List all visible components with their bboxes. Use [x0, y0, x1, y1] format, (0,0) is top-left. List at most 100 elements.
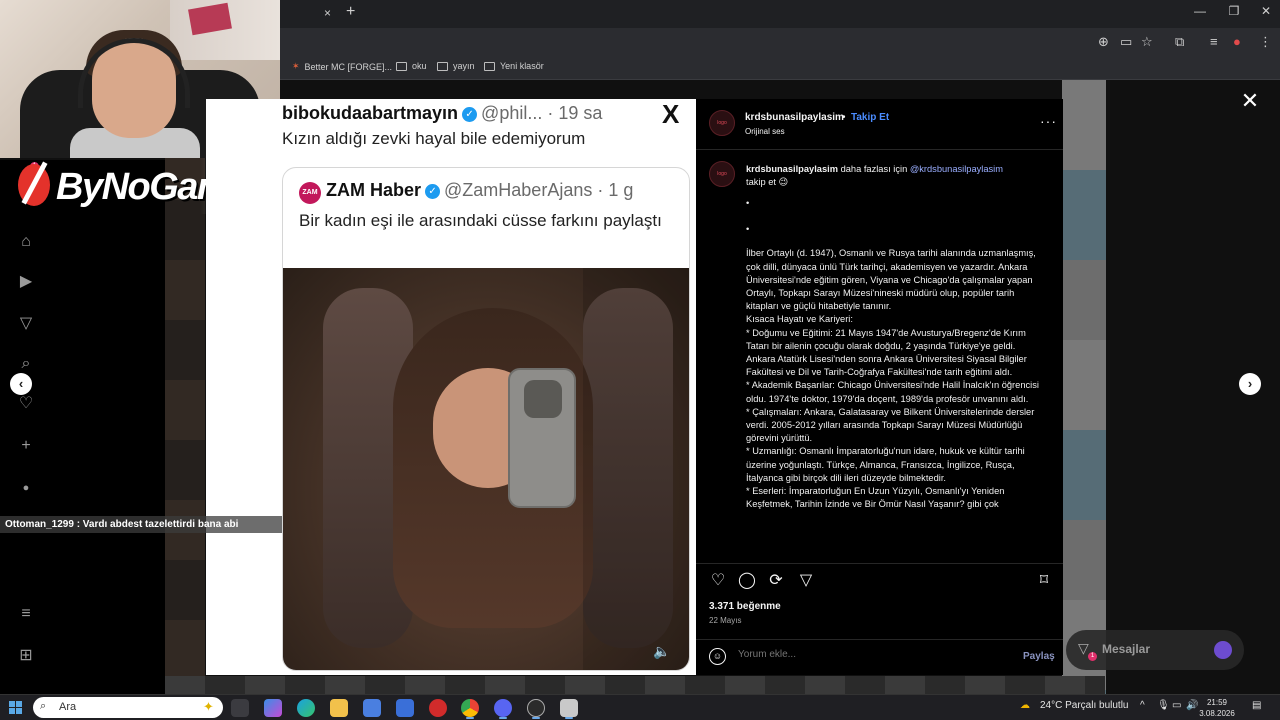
messages-avatar — [1214, 641, 1232, 659]
minimize-icon[interactable]: — — [1186, 4, 1214, 18]
browser-menu-icon[interactable]: ⋮ — [1259, 34, 1272, 50]
quote-header: ZAM ZAM Haber ✓ @ZamHaberAjans · 1 g — [299, 180, 633, 204]
close-modal-icon[interactable]: ✕ — [1240, 90, 1260, 112]
file-explorer-icon[interactable] — [330, 699, 348, 717]
mail-icon[interactable] — [396, 699, 414, 717]
tweet-handle: @phil... — [481, 103, 543, 123]
caption-intro: krdsbunasilpaylasim daha fazlası için @k… — [746, 163, 1046, 189]
search-icon[interactable]: ⌕ — [16, 354, 36, 374]
notifications-icon[interactable]: ▤ — [1252, 700, 1261, 711]
bookmark-star-icon[interactable]: ☆ — [1141, 34, 1153, 50]
background-feed-right — [1062, 80, 1106, 694]
new-tab-button[interactable]: + — [346, 3, 355, 21]
app-window-icon[interactable] — [560, 699, 578, 717]
obs-icon[interactable] — [527, 699, 545, 717]
phone-camera-icon — [524, 380, 562, 418]
bookmark-folder[interactable]: yayın — [437, 61, 475, 71]
background-feed-bottom — [165, 676, 1105, 694]
menu-icon[interactable]: ≡ — [16, 604, 36, 624]
active-app-indicator — [565, 717, 573, 719]
zam-logo-icon: ZAM — [299, 182, 321, 204]
clock-time: 21:59 — [1206, 698, 1228, 707]
caption-bullet: • — [746, 224, 750, 235]
caption-mention[interactable]: @krdsbunasilpaylasim — [910, 164, 1003, 174]
follow-button[interactable]: Takip Et — [851, 112, 889, 123]
window-close-icon[interactable]: ✕ — [1252, 4, 1280, 18]
tray-chevron-icon[interactable]: ^ — [1140, 700, 1145, 711]
taskbar-search[interactable]: ⌕ Ara ✦ — [33, 697, 223, 718]
edge-icon[interactable] — [297, 699, 315, 717]
active-app-indicator — [499, 717, 507, 719]
reading-list-icon[interactable]: ≡ — [1210, 34, 1218, 49]
chrome-icon[interactable] — [461, 699, 479, 717]
network-icon[interactable]: ▭ — [1172, 700, 1181, 711]
bookmark-item[interactable]: ✶ Better MC [FORGE]... — [292, 61, 392, 72]
opera-icon[interactable] — [429, 699, 447, 717]
more-options-icon[interactable]: ··· — [1040, 113, 1057, 129]
bookmark-folder[interactable]: oku — [396, 61, 427, 71]
restore-icon[interactable]: ❐ — [1220, 4, 1248, 18]
microphone-icon[interactable]: 🎙 — [1157, 700, 1170, 711]
post-media[interactable]: bibokudaabartmayın ✓ @phil... · 19 sa X Kı… — [206, 99, 696, 675]
volume-icon[interactable]: 🔈 — [653, 643, 670, 660]
caption-item: * Eserleri: İmparatorluğun En Uzun Yüzyı… — [746, 486, 1005, 510]
discord-icon[interactable] — [494, 699, 512, 717]
messages-label: Mesajlar — [1102, 642, 1151, 656]
post-actions: ♡ ◯ ⟳ ▽ ⌑ — [708, 571, 1053, 591]
close-tab-button[interactable]: × — [324, 6, 331, 20]
reels-icon[interactable]: ▶ — [16, 272, 36, 292]
home-icon[interactable]: ⌂ — [16, 232, 36, 252]
caption-username[interactable]: krdsbunasilpaylasim — [746, 164, 838, 174]
quote-time: · 1 g — [597, 180, 634, 200]
repost-icon[interactable]: ⟳ — [766, 571, 786, 591]
messages-button[interactable]: ▽ 1 Mesajlar — [1066, 630, 1244, 670]
create-icon[interactable]: + — [16, 436, 36, 456]
profile-avatar-icon[interactable]: ● — [16, 478, 36, 498]
copilot-icon[interactable] — [264, 699, 282, 717]
logo-icon — [18, 164, 50, 206]
post-comment-button[interactable]: Paylaş — [1023, 651, 1055, 662]
messages-icon[interactable]: ▽ — [16, 314, 36, 334]
post-caption: krdsbunasilpaylasim daha fazlası için @k… — [746, 163, 1046, 559]
bookmark-folder[interactable]: Yeni klasör — [484, 61, 544, 71]
previous-post-button[interactable]: ‹ — [10, 373, 32, 395]
post-author-avatar[interactable]: logo — [709, 110, 735, 136]
messages-badge: 1 — [1088, 652, 1097, 661]
emoji-icon[interactable]: ☺ — [709, 648, 726, 665]
actions-divider — [696, 563, 1063, 564]
save-bookmark-icon[interactable]: ⌑ — [1034, 571, 1054, 591]
like-count[interactable]: 3.371 beğenme — [709, 601, 781, 612]
task-view-icon[interactable] — [231, 699, 249, 717]
windows-taskbar: ⌕ Ara ✦ ☁ 24°C Parçalı bulutlu ^ 🎙 ▭ 🔊 2… — [0, 694, 1280, 720]
weather-icon[interactable]: ☁ — [1020, 700, 1030, 711]
profile-icon[interactable]: ● — [1233, 34, 1241, 49]
extensions-icon[interactable]: ⧉ — [1175, 34, 1184, 50]
store-icon[interactable] — [363, 699, 381, 717]
cast-icon[interactable]: ▭ — [1120, 34, 1132, 50]
separator-dot: • — [842, 112, 846, 123]
clock-date: 3.08.2026 — [1199, 709, 1235, 718]
quoted-tweet: ZAM ZAM Haber ✓ @ZamHaberAjans · 1 g Bir ka… — [282, 167, 690, 671]
tweet-author-name: bibokudaabartmayın — [282, 103, 459, 123]
tweet-header: bibokudaabartmayın ✓ @phil... · 19 sa — [282, 103, 692, 124]
post-username[interactable]: krdsbunasilpaylasim — [745, 112, 844, 123]
post-details-panel: logo krdsbunasilpaylasim • Takip Et Orij… — [696, 99, 1063, 675]
heart-icon[interactable]: ♡ — [16, 394, 36, 414]
next-post-button[interactable]: › — [1239, 373, 1261, 395]
share-icon[interactable]: ▽ — [796, 571, 816, 591]
photo-shadow — [583, 268, 689, 670]
comment-icon[interactable]: ◯ — [737, 571, 757, 591]
active-app-indicator — [532, 717, 540, 719]
windows-start-icon[interactable] — [9, 701, 23, 715]
caption-author-avatar[interactable]: logo — [709, 161, 735, 187]
zoom-icon[interactable]: ⊕ — [1098, 34, 1109, 50]
screen: × + — ❐ ✕ ⊕ ▭ ☆ ⧉ ≡ ● ⋮ ✶ Better MC [FOR… — [0, 0, 1280, 720]
quote-photo — [283, 268, 689, 670]
comment-input[interactable] — [738, 649, 998, 660]
audio-label[interactable]: Orijinal ses — [745, 127, 785, 136]
apps-icon[interactable]: ⊞ — [16, 646, 36, 666]
taskbar-clock[interactable]: 21:59 3.08.2026 — [1196, 697, 1238, 719]
weather-text[interactable]: 24°C Parçalı bulutlu — [1040, 700, 1129, 711]
quote-author-name: ZAM Haber — [326, 180, 422, 200]
like-heart-icon[interactable]: ♡ — [708, 571, 728, 591]
